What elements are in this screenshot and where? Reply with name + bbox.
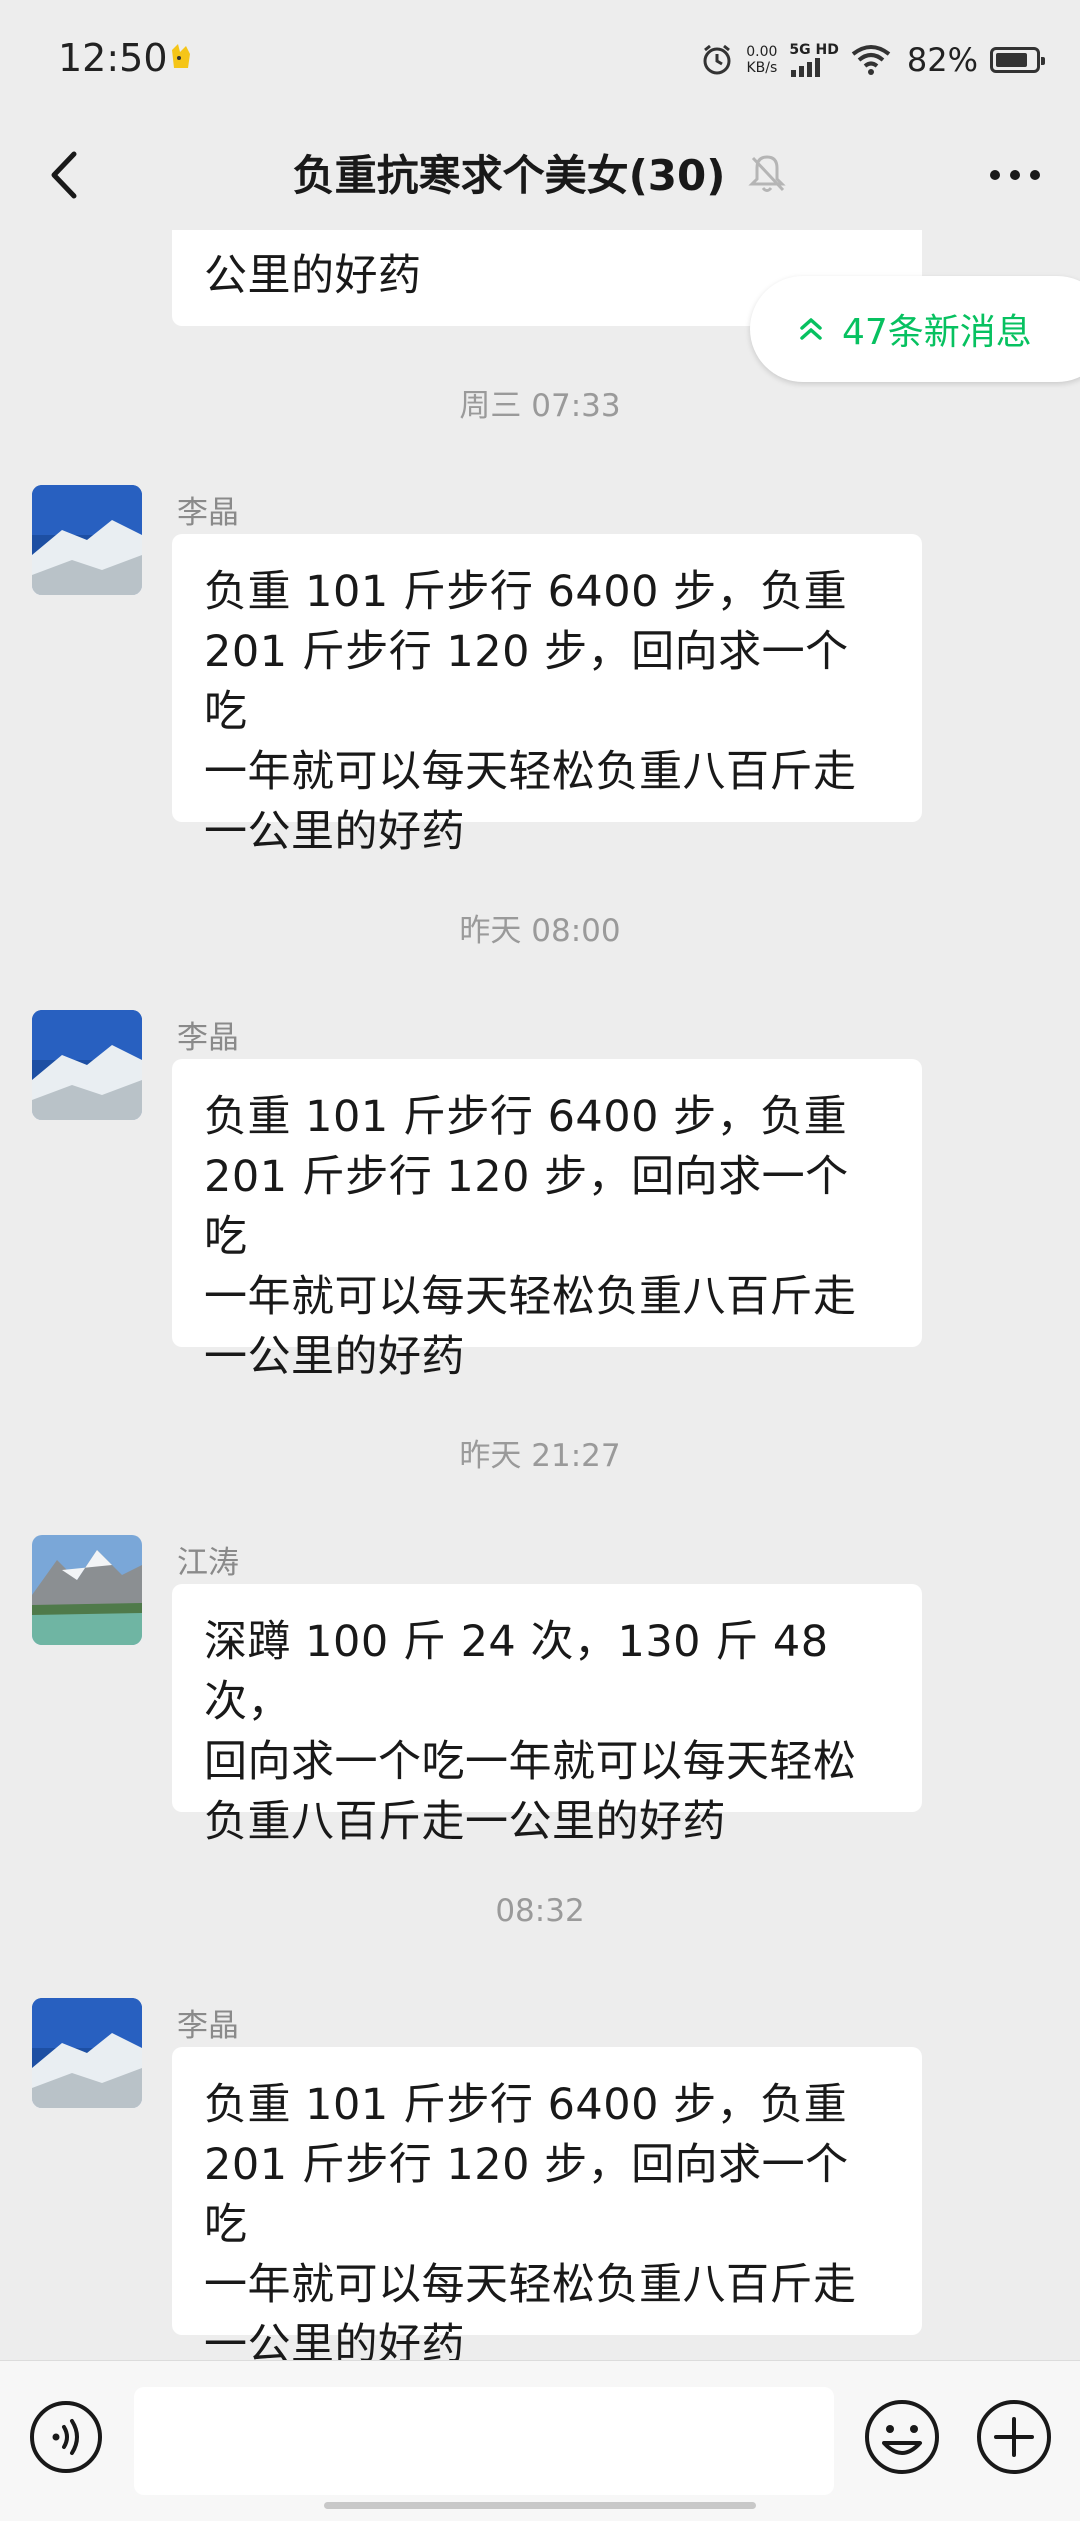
network-type-label: 5G HD (789, 42, 839, 58)
status-icons: 0.00 KB/s 5G HD 82% (700, 38, 1045, 82)
new-messages-button[interactable]: 47条新消息 (750, 276, 1080, 382)
status-bar: 12:50 0.00 KB/s 5G HD 82% (0, 0, 1080, 120)
message-timestamp: 昨天 21:27 (459, 1438, 621, 1474)
snow-mountain-avatar-image (32, 1998, 142, 2108)
message-bubble[interactable]: 负重 101 斤步行 6400 步，负重 201 斤步行 120 步，回向求一个… (172, 2047, 922, 2360)
avatar[interactable] (32, 1535, 142, 1645)
battery-fill (996, 53, 1027, 67)
home-indicator[interactable] (324, 2502, 756, 2509)
snow-mountain-avatar-image (32, 1010, 142, 1120)
sender-name: 李晶 (177, 1020, 239, 1056)
emoji-icon[interactable] (862, 2397, 942, 2477)
network-type: 5G HD (789, 42, 839, 77)
sender-name: 江涛 (177, 1545, 239, 1581)
message-timestamp: 08:32 (495, 1893, 585, 1929)
avatar[interactable] (32, 1998, 142, 2108)
plus-icon[interactable] (974, 2397, 1054, 2477)
new-messages-label: 47条新消息 (842, 312, 1032, 353)
message-bubble[interactable]: 深蹲 100 斤 24 次，130 斤 48 次， 回向求一个吃一年就可以每天轻… (172, 1584, 922, 1847)
more-dots-icon[interactable] (980, 145, 1050, 205)
message-text: 负重 101 斤步行 6400 步，负重 201 斤步行 120 步，回向求一个… (204, 1092, 857, 1382)
battery-tip (1041, 57, 1045, 65)
sender-name: 李晶 (177, 2008, 239, 2044)
message-text: 负重 101 斤步行 6400 步，负重 201 斤步行 120 步，回向求一个… (204, 2080, 857, 2360)
snow-mountain-avatar-image (32, 485, 142, 595)
signal-icon (791, 58, 821, 77)
mute-bell-icon (748, 154, 787, 192)
status-time: 12:50 (58, 36, 168, 80)
lake-mountain-avatar-image (32, 1535, 142, 1645)
message-timestamp: 周三 07:33 (459, 388, 621, 424)
avatar[interactable] (32, 1010, 142, 1120)
chat-header: 负重抗寒求个美女(30) (0, 120, 1080, 230)
alarm-icon (703, 44, 731, 75)
chat-message-list[interactable]: 公里的好药 47条新消息 周三 07:33 李晶 负重 101 斤步行 6400… (0, 230, 1080, 2360)
message-timestamp: 昨天 08:00 (459, 913, 621, 949)
network-speed-value: 0.00 (746, 44, 778, 60)
chat-title: 负重抗寒求个美女(30) (0, 142, 1080, 203)
notification-app-icon (172, 44, 190, 68)
message-text: 负重 101 斤步行 6400 步，负重 201 斤步行 120 步，回向求一个… (204, 567, 857, 857)
message-bubble[interactable]: 负重 101 斤步行 6400 步，负重 201 斤步行 120 步，回向求一个… (172, 534, 922, 857)
battery-percent: 82% (906, 41, 978, 79)
message-text: 深蹲 100 斤 24 次，130 斤 48 次， 回向求一个吃一年就可以每天轻… (204, 1617, 857, 1847)
sender-name: 李晶 (177, 495, 239, 531)
network-speed-unit: KB/s (746, 60, 778, 76)
chat-input-bar (0, 2360, 1080, 2521)
message-input[interactable] (134, 2387, 834, 2495)
avatar[interactable] (32, 485, 142, 595)
voice-icon[interactable] (28, 2399, 104, 2475)
battery-icon (990, 47, 1045, 73)
message-bubble[interactable]: 负重 101 斤步行 6400 步，负重 201 斤步行 120 步，回向求一个… (172, 1059, 922, 1382)
network-speed: 0.00 KB/s (746, 44, 777, 76)
chat-title-text: 负重抗寒求个美女(30) (292, 151, 726, 200)
double-chevron-up-icon (800, 318, 822, 340)
wifi-icon (851, 45, 891, 75)
